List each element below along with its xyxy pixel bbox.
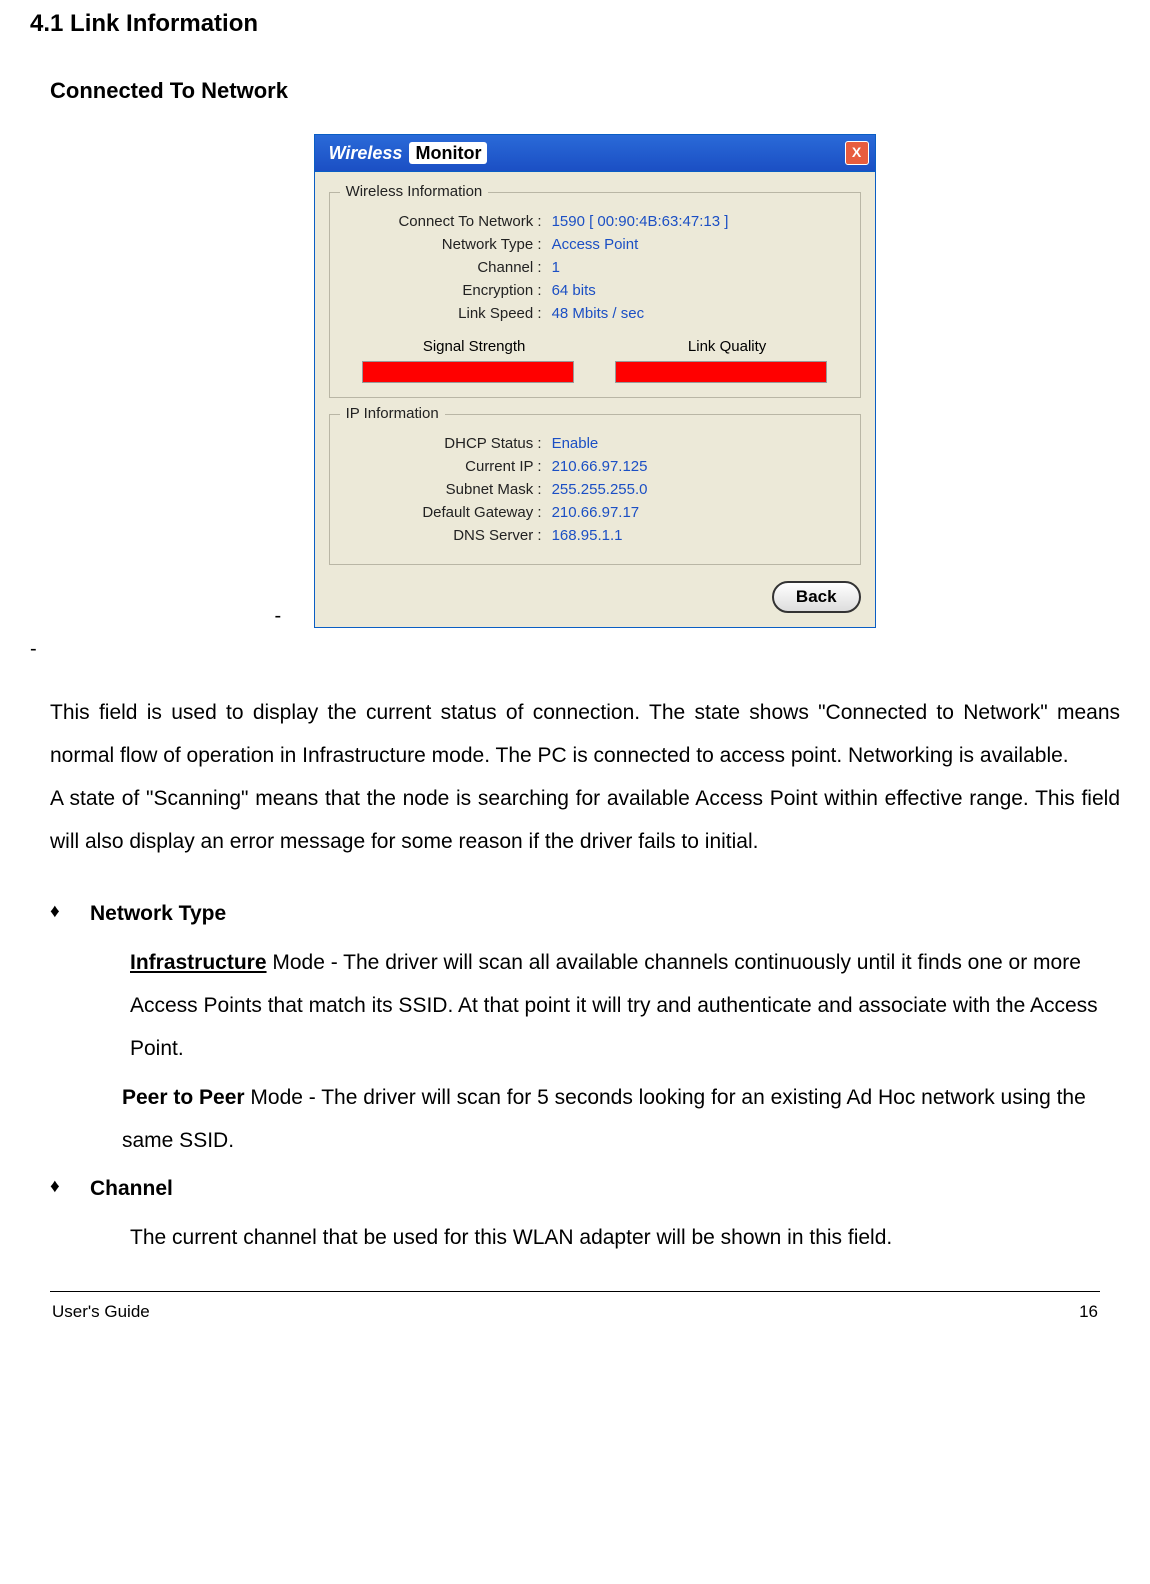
diamond-icon: ♦ (50, 1168, 90, 1210)
label-channel: Channel : (342, 259, 552, 276)
brand-wireless: Wireless (329, 143, 403, 163)
value-nettype: Access Point (552, 236, 639, 253)
window-client: Wireless Information Connect To Network … (315, 172, 875, 627)
text-infrastructure: Mode - The driver will scan all availabl… (130, 951, 1098, 1060)
heading-network-type: Network Type (90, 893, 226, 935)
text-peer: Mode - The driver will scan for 5 second… (122, 1086, 1086, 1152)
row-channel: Channel : 1 (342, 259, 848, 276)
bullet-network-type: ♦ Network Type (50, 893, 1120, 935)
screenshot-wrap: - Wireless Monitor X Wireless Informatio… (30, 134, 1120, 628)
back-button[interactable]: Back (772, 581, 861, 613)
para2: A state of "Scanning" means that the nod… (50, 787, 1120, 853)
row-dhcp: DHCP Status : Enable (342, 435, 848, 452)
signal-strength-bar (362, 361, 574, 383)
value-dhcp: Enable (552, 435, 599, 452)
footer-left: User's Guide (52, 1302, 150, 1322)
wireless-info-legend: Wireless Information (340, 183, 489, 200)
wireless-info-group: Wireless Information Connect To Network … (329, 192, 861, 398)
row-speed: Link Speed : 48 Mbits / sec (342, 305, 848, 322)
value-connect: 1590 [ 00:90:4B:63:47:13 ] (552, 213, 729, 230)
label-nettype: Network Type : (342, 236, 552, 253)
label-speed: Link Speed : (342, 305, 552, 322)
signal-bars-row (342, 361, 848, 383)
section-title: 4.1 Link Information (30, 10, 1120, 38)
brand-monitor: Monitor (409, 142, 487, 164)
label-link-quality: Link Quality (688, 338, 766, 355)
dash-marker-below: - (30, 638, 1120, 661)
row-gateway: Default Gateway : 210.66.97.17 (342, 504, 848, 521)
signal-labels-row: Signal Strength Link Quality (342, 338, 848, 355)
value-dns: 168.95.1.1 (552, 527, 623, 544)
label-mask: Subnet Mask : (342, 481, 552, 498)
value-encryption: 64 bits (552, 282, 596, 299)
value-gateway: 210.66.97.17 (552, 504, 640, 521)
value-channel: 1 (552, 259, 560, 276)
value-speed: 48 Mbits / sec (552, 305, 645, 322)
wireless-monitor-window: Wireless Monitor X Wireless Information … (314, 134, 876, 628)
label-ip: Current IP : (342, 458, 552, 475)
label-encryption: Encryption : (342, 282, 552, 299)
label-signal-strength: Signal Strength (423, 338, 526, 355)
value-ip: 210.66.97.125 (552, 458, 648, 475)
dash-marker: - (274, 605, 281, 628)
bullet-list: ♦ Network Type Infrastructure Mode - The… (50, 893, 1120, 1259)
body-peer: Peer to Peer Mode - The driver will scan… (122, 1076, 1120, 1162)
label-connect: Connect To Network : (342, 213, 552, 230)
heading-channel: Channel (90, 1168, 173, 1210)
subtitle-connected: Connected To Network (50, 78, 1120, 104)
link-quality-bar (615, 361, 827, 383)
label-gateway: Default Gateway : (342, 504, 552, 521)
button-row: Back (329, 581, 861, 613)
ip-info-group: IP Information DHCP Status : Enable Curr… (329, 414, 861, 565)
paragraph-status: This field is used to display the curren… (50, 691, 1120, 863)
row-connect: Connect To Network : 1590 [ 00:90:4B:63:… (342, 213, 848, 230)
para1: This field is used to display the curren… (50, 701, 1120, 767)
bold-infrastructure: Infrastructure (130, 951, 267, 974)
value-mask: 255.255.255.0 (552, 481, 648, 498)
body-infrastructure: Infrastructure Mode - The driver will sc… (130, 941, 1120, 1070)
ip-info-legend: IP Information (340, 405, 445, 422)
body-channel: The current channel that be used for thi… (130, 1216, 1120, 1259)
window-title: Wireless Monitor (329, 143, 488, 164)
row-mask: Subnet Mask : 255.255.255.0 (342, 481, 848, 498)
label-dns: DNS Server : (342, 527, 552, 544)
label-dhcp: DHCP Status : (342, 435, 552, 452)
row-ip: Current IP : 210.66.97.125 (342, 458, 848, 475)
page-footer: User's Guide 16 (30, 1292, 1120, 1322)
row-nettype: Network Type : Access Point (342, 236, 848, 253)
footer-page-number: 16 (1079, 1302, 1098, 1322)
diamond-icon: ♦ (50, 893, 90, 935)
row-encryption: Encryption : 64 bits (342, 282, 848, 299)
bold-peer: Peer to Peer (122, 1086, 245, 1109)
row-dns: DNS Server : 168.95.1.1 (342, 527, 848, 544)
titlebar: Wireless Monitor X (315, 135, 875, 172)
close-icon[interactable]: X (845, 141, 869, 165)
bullet-channel: ♦ Channel (50, 1168, 1120, 1210)
